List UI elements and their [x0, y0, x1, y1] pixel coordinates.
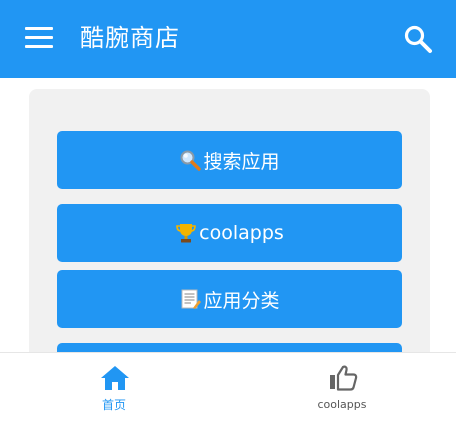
memo-emoji-icon	[181, 289, 202, 309]
search-apps-label: 搜索应用	[203, 150, 280, 173]
trophy-emoji-icon	[176, 224, 196, 243]
search-apps-button[interactable]: 搜索应用	[57, 131, 402, 189]
magnifier-emoji-icon	[180, 150, 202, 171]
app-bar: 酷腕商店	[0, 0, 456, 78]
thumbs-up-icon	[330, 365, 358, 391]
search-icon	[404, 25, 432, 53]
menu-button-4[interactable]	[57, 343, 402, 352]
bottom-navigation: 首页 coolapps	[0, 352, 456, 423]
home-icon	[101, 366, 129, 390]
nav-item-coolapps[interactable]: coolapps	[228, 353, 456, 423]
nav-item-home[interactable]: 首页	[0, 353, 228, 423]
main-content[interactable]: 搜索应用 coolapps 应用分类	[0, 78, 456, 352]
menu-button[interactable]	[25, 27, 53, 49]
nav-home-label: 首页	[101, 398, 126, 412]
app-categories-label: 应用分类	[203, 289, 280, 312]
app-categories-button[interactable]: 应用分类	[57, 270, 402, 328]
app-root: 酷腕商店 搜索应用 coolapps 应用分类 首页 coolapps	[0, 0, 456, 423]
nav-coolapps-label: coolapps	[317, 398, 367, 411]
coolapps-label: coolapps	[199, 222, 284, 244]
app-title: 酷腕商店	[80, 24, 180, 52]
search-button[interactable]	[403, 24, 433, 54]
menu-card: 搜索应用 coolapps 应用分类	[29, 89, 430, 352]
coolapps-button[interactable]: coolapps	[57, 204, 402, 262]
